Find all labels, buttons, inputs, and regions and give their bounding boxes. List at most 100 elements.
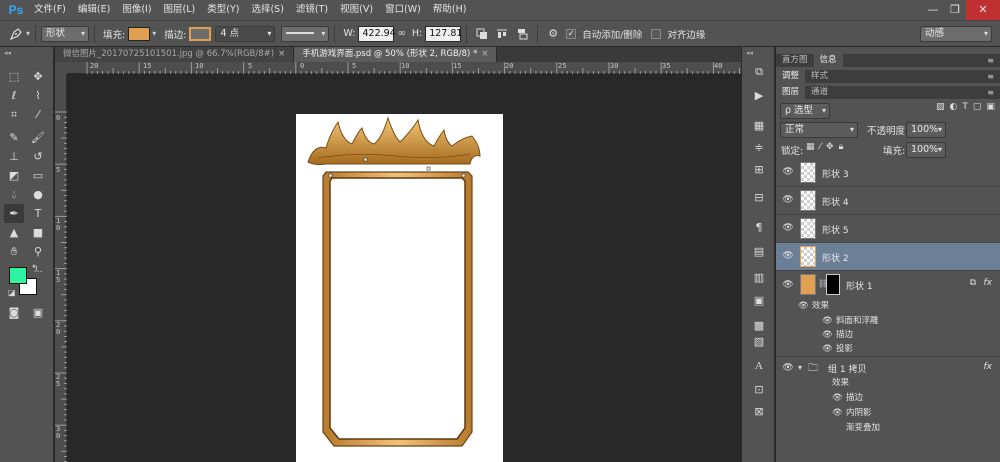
paths-panel-icon[interactable]: ⊟ xyxy=(749,189,769,207)
effect-eye-icon[interactable]: 👁︎ xyxy=(822,342,833,357)
zoom-tool-icon[interactable]: ⚲ xyxy=(28,242,48,261)
shape-filter-icon[interactable]: ▢ xyxy=(973,102,982,112)
width-field[interactable]: 422.94 xyxy=(358,25,396,42)
stroke-style-select[interactable] xyxy=(281,25,330,42)
eyedropper-tool-icon[interactable]: ⁄ xyxy=(28,105,48,124)
tab-styles[interactable]: 样式 xyxy=(805,70,834,83)
tab-wechat-image[interactable]: 微信图片_20170725101501.jpg @ 66.7%(RGB/8#) × xyxy=(55,47,295,62)
tool-mode-select[interactable]: 形状 xyxy=(41,25,90,42)
eye-icon[interactable]: 👁︎ xyxy=(782,251,794,261)
pen-tool-icon[interactable]: ✒ xyxy=(4,204,24,223)
canvas-area[interactable] xyxy=(67,75,741,462)
expand-panels-icon[interactable]: ◂◂ xyxy=(746,49,753,57)
quick-mask-icon[interactable]: ◙ xyxy=(4,303,24,322)
color-panel-icon[interactable]: ▦ xyxy=(749,117,769,135)
effect-eye-icon[interactable]: 👁︎ xyxy=(832,391,843,406)
tab-layers[interactable]: 图层 xyxy=(776,86,806,99)
brush-tool-icon[interactable]: 🖌︎ xyxy=(28,128,48,147)
pen-tool-preset-icon[interactable] xyxy=(6,24,26,44)
crop-tool-icon[interactable]: ⌗ xyxy=(4,105,24,124)
path-arrangement-icon[interactable] xyxy=(512,24,532,44)
menu-view[interactable]: 视图(V) xyxy=(334,0,379,20)
layer-row-selected[interactable]: 👁︎ 形状 2 xyxy=(776,243,1000,271)
stroke-color-swatch[interactable] xyxy=(189,26,212,41)
blur-tool-icon[interactable]: 💧︎ xyxy=(4,185,24,204)
height-field[interactable]: 127.81 xyxy=(425,25,462,42)
adjustment-filter-icon[interactable]: ◐ xyxy=(950,102,958,112)
menu-edit[interactable]: 编辑(E) xyxy=(72,0,116,20)
marquee-tool-icon[interactable]: ⬚ xyxy=(4,67,24,86)
effect-eye-icon[interactable]: 👁︎ xyxy=(822,314,833,329)
menu-layer[interactable]: 图层(L) xyxy=(158,0,202,20)
rectangle-tool-icon[interactable]: ■ xyxy=(28,223,48,242)
eraser-tool-icon[interactable]: ◩ xyxy=(4,166,24,185)
stroke-width-select[interactable]: 4 点 xyxy=(215,25,276,42)
menu-file[interactable]: 文件(F) xyxy=(28,0,72,20)
eye-icon[interactable]: 👁︎ xyxy=(782,223,794,233)
quick-select-tool-icon[interactable]: ⌇ xyxy=(28,86,48,105)
effect-stroke[interactable]: 描边 xyxy=(846,391,863,406)
history-panel-icon[interactable]: ⧉ xyxy=(749,63,769,81)
fx-icon[interactable]: fx xyxy=(984,362,993,372)
type-tool-icon[interactable]: T xyxy=(28,204,48,223)
screen-mode-icon[interactable]: ▣ xyxy=(28,303,48,322)
effect-gradient-overlay[interactable]: 渐变叠加 xyxy=(846,421,880,436)
foreground-color-swatch[interactable] xyxy=(9,267,27,284)
move-tool-icon[interactable]: ✥ xyxy=(28,67,48,86)
layer-group-row[interactable]: 👁︎ ▾ 🗀︎ 组 1 拷贝 fx 效果 👁︎ 描边 👁︎ 内阴影 渐变叠加 xyxy=(776,357,1000,462)
layer-row[interactable]: 👁︎ ⛓ 形状 1 ⧉ fx 👁︎ 效果 👁︎ 斜面和浮雕 👁︎ 描边 👁︎ 投… xyxy=(776,271,1000,357)
type-filter-icon[interactable]: T xyxy=(962,102,968,112)
layer-filter-select[interactable]: ρ 选型 xyxy=(780,103,830,119)
clone-stamp-tool-icon[interactable]: ⊥ xyxy=(4,147,24,166)
eye-icon[interactable]: 👁︎ xyxy=(782,280,794,290)
preset-dropdown-arrow-icon[interactable]: ▾ xyxy=(26,29,30,38)
opacity-field[interactable]: 100% xyxy=(906,122,946,138)
auto-add-delete-checkbox[interactable]: ✓ xyxy=(566,28,577,39)
measurement-panel-icon[interactable]: ▧ xyxy=(749,333,769,351)
effect-drop-shadow[interactable]: 投影 xyxy=(836,342,853,357)
lasso-tool-icon[interactable]: ℓ xyxy=(4,86,24,105)
paragraph-panel-icon[interactable]: ¶ xyxy=(749,219,769,237)
notes-panel-icon[interactable]: ▤ xyxy=(749,243,769,261)
lock-transparent-icon[interactable]: ▦ xyxy=(806,142,815,152)
menu-filter[interactable]: 滤镜(T) xyxy=(290,0,334,20)
lock-pixels-icon[interactable]: ⁄ xyxy=(820,142,822,152)
layer-row[interactable]: 👁︎ 形状 5 xyxy=(776,215,1000,243)
effects-eye-icon[interactable]: 👁︎ xyxy=(798,299,809,314)
blend-mode-select[interactable]: 正常 xyxy=(780,122,858,138)
actions-panel-icon[interactable]: ▶ xyxy=(749,87,769,105)
3d-panel-icon[interactable]: ▣ xyxy=(749,292,769,310)
chevron-down-icon[interactable]: ▾ xyxy=(152,29,156,38)
tab-channels[interactable]: 通道 xyxy=(805,86,834,99)
swap-colors-icon[interactable]: ↰ xyxy=(31,264,39,274)
collapse-toolbar-icon[interactable]: ◂◂ xyxy=(4,49,11,57)
menu-help[interactable]: 帮助(H) xyxy=(427,0,473,20)
effect-eye-icon[interactable]: 👁︎ xyxy=(822,328,833,343)
panel-menu-icon[interactable]: ≡ xyxy=(987,86,994,99)
panel-menu-icon[interactable]: ≡ xyxy=(987,54,994,67)
default-colors-icon[interactable]: ◪ xyxy=(8,288,16,297)
eye-icon[interactable]: 👁︎ xyxy=(782,167,794,177)
close-icon[interactable]: × xyxy=(481,49,488,59)
hand-tool-icon[interactable]: ✋︎ xyxy=(4,242,24,261)
clone-source-icon[interactable]: ⊠ xyxy=(749,403,769,421)
brush-presets-icon[interactable]: ⊞ xyxy=(749,161,769,179)
layer-comps-icon[interactable]: ▥ xyxy=(749,269,769,287)
path-alignment-icon[interactable] xyxy=(492,24,512,44)
path-operations-icon[interactable] xyxy=(472,24,492,44)
fill-color-swatch[interactable] xyxy=(128,26,151,41)
lock-position-icon[interactable]: ✥ xyxy=(826,142,834,152)
healing-brush-tool-icon[interactable]: ✎ xyxy=(4,128,24,147)
tab-adjustments[interactable]: 调整 xyxy=(776,70,806,83)
close-icon[interactable]: × xyxy=(278,49,285,59)
tool-presets-icon[interactable]: ⊡ xyxy=(749,381,769,399)
properties-panel-icon[interactable]: ≑ xyxy=(749,139,769,157)
eye-icon[interactable]: 👁︎ xyxy=(782,195,794,205)
effect-stroke[interactable]: 描边 xyxy=(836,328,853,343)
fill-opacity-field[interactable]: 100% xyxy=(906,142,946,158)
close-button[interactable]: ✕ xyxy=(966,0,1000,20)
effect-eye-icon[interactable]: 👁︎ xyxy=(832,406,843,421)
effect-bevel-emboss[interactable]: 斜面和浮雕 xyxy=(836,314,879,329)
menu-window[interactable]: 窗口(W) xyxy=(379,0,427,20)
character-panel-icon[interactable]: A xyxy=(749,357,769,375)
